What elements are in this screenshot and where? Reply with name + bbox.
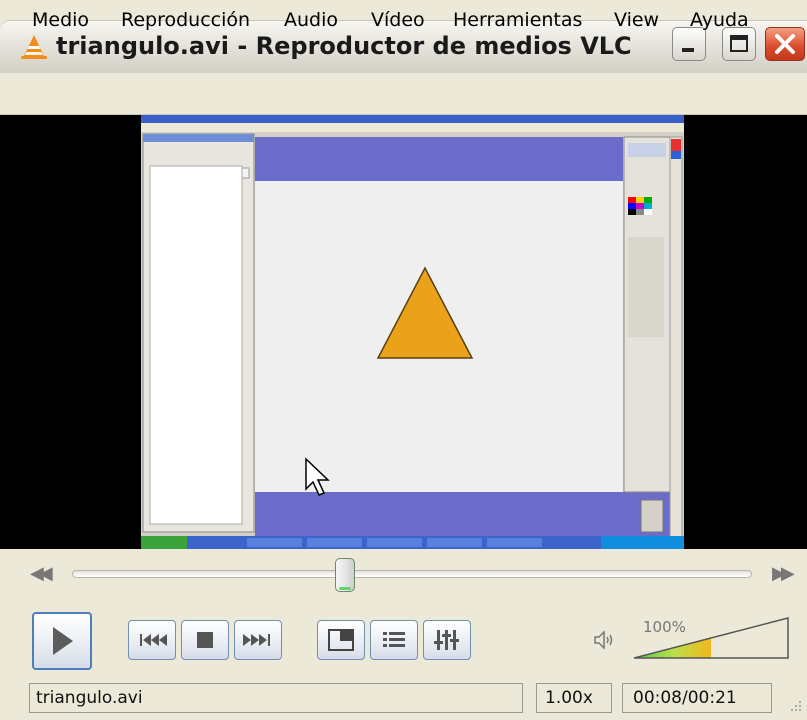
volume-slider[interactable] (632, 614, 792, 662)
status-speed[interactable]: 1.00x (536, 683, 612, 713)
minimize-icon (682, 48, 694, 52)
menu-view[interactable]: View (614, 9, 659, 31)
vlc-window: triangulo.avi - Reproductor de medios VL… (0, 0, 807, 720)
close-button[interactable] (765, 27, 805, 61)
fast-forward-icon[interactable]: ▶▶ (772, 563, 795, 584)
next-button[interactable] (234, 620, 282, 660)
equalizer-icon (434, 630, 459, 650)
status-time[interactable]: 00:08/00:21 (622, 683, 772, 713)
purple-band-top (255, 137, 623, 181)
playlist-icon (383, 632, 405, 647)
stop-button[interactable] (181, 620, 229, 660)
rewind-icon[interactable]: ◀◀ (30, 563, 53, 584)
status-filename: triangulo.avi (29, 683, 523, 713)
seek-thumb[interactable] (335, 558, 355, 592)
menu-herramientas[interactable]: Herramientas (453, 9, 582, 31)
seek-bar[interactable] (72, 570, 752, 578)
video-frame[interactable] (141, 115, 684, 549)
speaker-icon[interactable] (592, 628, 618, 652)
play-icon (53, 627, 73, 655)
menu-medio[interactable]: Medio (32, 9, 89, 31)
equalizer-button[interactable] (423, 620, 471, 660)
window-title: triangulo.avi - Reproductor de medios VL… (56, 32, 632, 60)
maximize-button[interactable] (722, 27, 756, 61)
maximize-icon (730, 35, 748, 52)
close-icon (775, 34, 795, 54)
fullscreen-icon (328, 629, 354, 651)
previous-button[interactable] (128, 620, 176, 660)
resize-grip-icon[interactable] (786, 696, 804, 714)
previous-icon (140, 634, 167, 646)
next-icon (243, 634, 270, 646)
playlist-button[interactable] (370, 620, 418, 660)
fullscreen-button[interactable] (317, 620, 365, 660)
purple-band-bottom (255, 492, 670, 536)
vlc-cone-icon (21, 35, 47, 59)
menu-video[interactable]: Vídeo (371, 9, 425, 31)
menu-reproduccion[interactable]: Reproducción (121, 9, 250, 31)
minimize-button[interactable] (672, 27, 706, 61)
menu-ayuda[interactable]: Ayuda (690, 9, 749, 31)
play-button[interactable] (32, 612, 92, 670)
stop-icon (197, 632, 213, 648)
menu-bar (0, 74, 807, 115)
menu-audio[interactable]: Audio (284, 9, 338, 31)
